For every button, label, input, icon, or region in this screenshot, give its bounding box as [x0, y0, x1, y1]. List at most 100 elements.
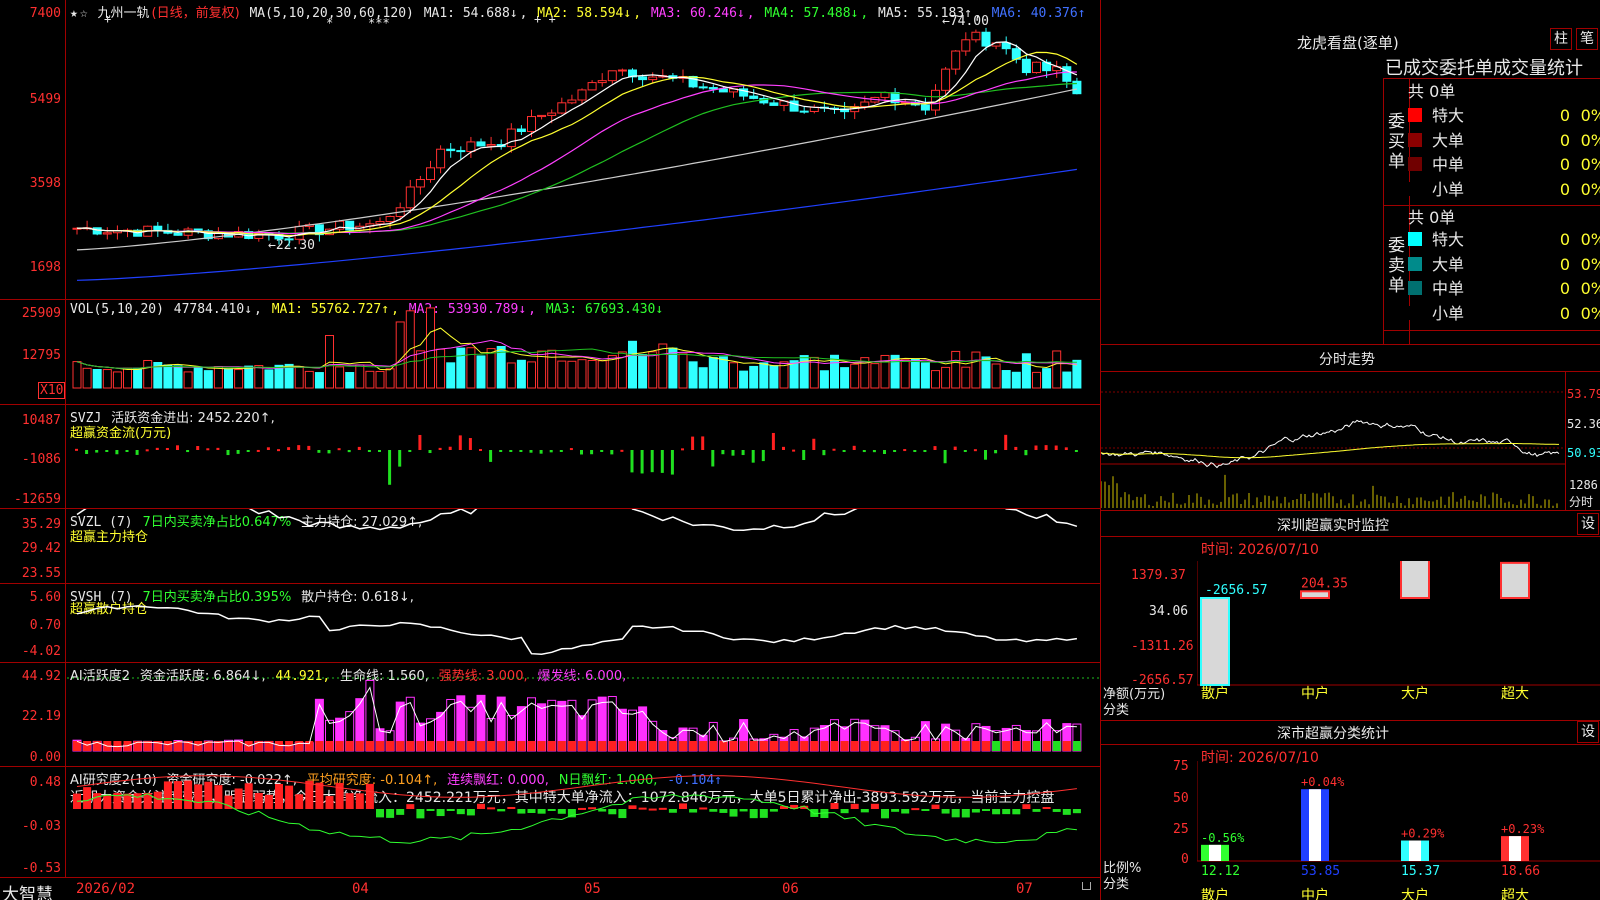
- activity-base-bar: [618, 741, 627, 751]
- classify-y-label: 75: [1173, 759, 1189, 774]
- research-bar: [406, 804, 415, 809]
- activity-base-bar: [517, 741, 526, 751]
- intraday-chart[interactable]: [1101, 372, 1565, 510]
- activity-base-bar: [487, 741, 496, 751]
- svsh-y-label: 5.60: [29, 590, 61, 605]
- classify-chart[interactable]: -0.56% 12.12 +0.04% 53.85 +0.29% 15.37 +0.23% 1…: [1197, 761, 1600, 900]
- lhb-row-value: 0: [1559, 303, 1570, 323]
- classify-bar-highlight: [1409, 840, 1421, 861]
- activity-base-bar: [194, 741, 203, 751]
- price-candle: [506, 128, 516, 148]
- price-candle: [1021, 58, 1031, 74]
- lhb-row-percent: 0%: [1580, 230, 1600, 249]
- monitor-y-label: 34.06: [1149, 604, 1189, 619]
- fund-flow-bar: [610, 450, 614, 455]
- volume-bar: [769, 365, 779, 389]
- research-bar: [355, 793, 364, 809]
- activity-base-bar: [446, 741, 455, 751]
- ai-activity-pane[interactable]: 44.92 22.19 0.00 AI活跃度2 资金活跃度: 6.864↓, 4…: [0, 663, 1100, 767]
- volume-bar: [123, 367, 132, 389]
- activity-base-bar: [790, 741, 799, 751]
- fund-flow-bar: [832, 448, 836, 451]
- lhb-row-value: 0: [1559, 279, 1570, 298]
- volume-bar: [203, 370, 213, 389]
- classify-bar-highlight: [1309, 789, 1321, 861]
- ai-activity-chart[interactable]: [67, 663, 1099, 766]
- fund-flow-bar: [458, 435, 462, 450]
- monitor-chart[interactable]: -2656.57204.351379.371072.85: [1197, 561, 1600, 701]
- price-candle: [718, 88, 728, 93]
- research-bar: [729, 809, 738, 817]
- svzl-pane[interactable]: 35.29 29.42 23.55 SVZL (7) 7日内买卖净占比0.647…: [0, 509, 1100, 584]
- fund-flow-bar: [256, 449, 260, 452]
- svsh-chart[interactable]: [67, 584, 1099, 662]
- lhb-row-value: 0: [1559, 155, 1570, 174]
- price-candle: [486, 144, 496, 147]
- lhb-tabs[interactable]: 已成交委托单成交量统计: [1385, 54, 1600, 80]
- volume-bar: [516, 359, 526, 389]
- lock-icon[interactable]: [1082, 882, 1091, 890]
- x-label: 06: [782, 881, 799, 897]
- activity-base-bar: [769, 741, 778, 751]
- svzj-chart[interactable]: [67, 405, 1099, 508]
- volume-bar: [385, 368, 395, 389]
- svzj-pane[interactable]: 10487 -1086 -12659 SVZJ 活跃资金进出: 2452.220…: [0, 405, 1100, 509]
- activity-base-bar: [547, 741, 556, 751]
- app-logo[interactable]: 大智慧: [2, 880, 53, 900]
- price-chart[interactable]: [67, 0, 1099, 299]
- classify-change-label: +0.29%: [1401, 827, 1445, 841]
- fund-flow-bar: [1064, 447, 1068, 450]
- svsh-y-axis: 5.60 0.70 -4.02: [0, 584, 66, 662]
- price-candle: [708, 87, 718, 90]
- volume-bar: [648, 351, 658, 389]
- classify-category: 超大: [1501, 888, 1529, 900]
- intraday-panel[interactable]: 分时走势 53.79 52.36 50.93 1286 分时: [1100, 344, 1600, 510]
- fund-flow-bar: [741, 450, 745, 456]
- ai-research-pane[interactable]: 0.48 -0.03 -0.53 AI研究度2(10) 资金研究度: -0.02…: [0, 767, 1100, 878]
- volume-bar: [840, 367, 850, 389]
- price-pane[interactable]: 7400 5499 3598 1698 ★ ☆ 九州一轨 (日线，前复权) MA(5…: [0, 0, 1100, 300]
- lhb-row-value: 0: [1559, 254, 1570, 274]
- intraday-y-label: 53.79: [1567, 387, 1600, 401]
- fund-flow-bar: [85, 450, 89, 454]
- classify-change-label: -0.56%: [1201, 831, 1245, 845]
- price-candle: [607, 70, 617, 82]
- fund-flow-bar: [701, 436, 705, 450]
- research-bar: [1012, 809, 1021, 815]
- price-candle: [385, 215, 395, 223]
- activity-base-bar: [648, 741, 657, 751]
- ai-research-chart[interactable]: [67, 767, 1099, 877]
- volume-bar: [729, 362, 738, 389]
- activity-base-bar: [971, 741, 980, 751]
- lhb-tick-button[interactable]: 笔: [1576, 28, 1598, 50]
- svzl-chart[interactable]: [67, 509, 1099, 583]
- price-candle: [971, 31, 981, 41]
- classify-category: 散户: [1201, 888, 1229, 900]
- svsh-pane[interactable]: 5.60 0.70 -4.02 SVSH (7) 7日内买卖净占比0.395% …: [0, 584, 1100, 663]
- classify-panel[interactable]: 深市超赢分类统计 设 时间: 2026/07/10 75 50 25 0 比例%…: [1100, 720, 1600, 900]
- lhb-column-button[interactable]: 柱: [1550, 28, 1572, 50]
- monitor-settings-button[interactable]: 设: [1577, 513, 1599, 535]
- research-bar: [850, 803, 859, 809]
- volume-bar: [991, 363, 1001, 389]
- research-bar: [628, 805, 637, 809]
- activity-base-bar: [527, 741, 536, 751]
- activity-base-bar: [1022, 741, 1031, 751]
- price-candle: [880, 92, 890, 98]
- activity-base-bar: [891, 741, 900, 751]
- monitor-panel[interactable]: 深圳超赢实时监控 设 时间: 2026/07/10 1379.37 34.06 …: [1100, 510, 1600, 720]
- classify-settings-button[interactable]: 设: [1577, 721, 1599, 743]
- classify-y-label: 0: [1181, 852, 1189, 867]
- svzj-y-label: -12659: [14, 492, 61, 507]
- volume-pane[interactable]: 25909 12795 X10 VOL(5,10,20) 47784.410↓,…: [0, 300, 1100, 405]
- buy-total: 共 0单: [1408, 82, 1456, 101]
- activity-base-bar: [507, 741, 516, 751]
- research-bar: [709, 809, 718, 812]
- color-swatch: [1408, 108, 1422, 122]
- fund-flow-bar: [186, 450, 190, 453]
- fund-flow-bar: [479, 449, 482, 452]
- activity-base-bar: [931, 741, 940, 751]
- volume-chart[interactable]: [67, 300, 1099, 404]
- fund-flow-bar: [559, 450, 563, 452]
- price-candle: [799, 110, 809, 113]
